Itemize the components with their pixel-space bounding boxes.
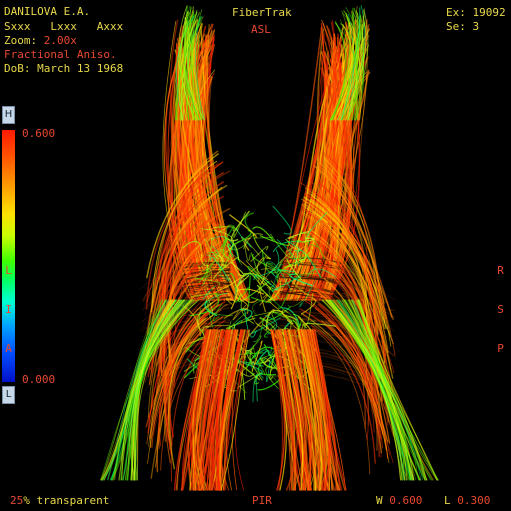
level-readout: L 0.300 [444,494,490,507]
orientation-left-char: L [5,264,12,277]
zoom-value[interactable]: 2.00x [44,34,77,47]
date-of-birth: DoB: March 13 1968 [4,62,124,75]
map-type-label[interactable]: Fractional Aniso. [4,48,117,61]
window-label: W [376,494,390,507]
transparency-readout: 25% transparent [10,494,109,507]
orientation-left-char: A [5,342,12,355]
level-value[interactable]: 0.300 [457,494,490,507]
zoom-readout: Zoom: 2.00x [4,34,77,47]
patient-name: DANILOVA E.A. [4,5,91,18]
transparency-label: % transparent [23,494,110,507]
orientation-right-char: P [497,342,504,355]
orientation-right: R S P [496,238,511,381]
colorbar-max-value: 0.600 [22,127,56,140]
fiber-tractography-render[interactable] [0,0,511,511]
zoom-label: Zoom: [4,34,44,47]
dti-viewer[interactable]: DANILOVA E.A. Sxxx Lxxx Axxx Zoom: 2.00x… [0,0,511,511]
orientation-right-char: R [497,264,504,277]
window-readout: W 0.600 [376,494,422,507]
window-value[interactable]: 0.600 [389,494,422,507]
orientation-right-char: S [497,303,504,316]
series-number: Se: 3 [446,20,480,33]
exam-number: Ex: 19092 [446,6,506,19]
orientation-bottom: PIR [252,494,272,507]
slice-position: Sxxx Lxxx Axxx [4,20,124,33]
app-title: FiberTrak [232,6,292,19]
orientation-top: ASL [251,23,271,36]
level-label: L [444,494,458,507]
orientation-left: L I A [4,238,31,381]
orientation-left-char: I [5,303,12,316]
colorbar-high-button[interactable]: H [2,106,15,124]
colorbar-low-button[interactable]: L [2,386,15,404]
transparency-value[interactable]: 25 [10,494,23,507]
